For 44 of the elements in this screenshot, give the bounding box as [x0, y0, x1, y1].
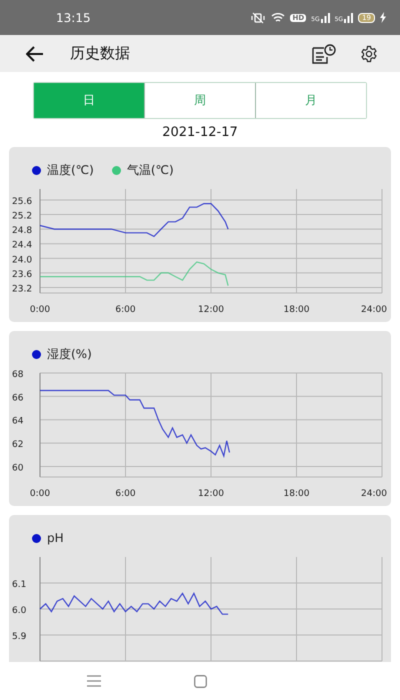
x-axis-label: 24:00 [361, 305, 387, 315]
y-axis-label: 23.6 [12, 270, 32, 280]
y-axis-label: 60 [12, 463, 24, 474]
home-icon[interactable] [194, 674, 206, 688]
legend-label: 温度(℃) [47, 162, 94, 178]
legend-label: 湿度(%) [47, 346, 92, 362]
y-axis-label: 25.2 [12, 212, 32, 222]
legend-label: pH [47, 531, 64, 545]
y-axis-label: 66 [12, 393, 24, 404]
settings-icon[interactable] [360, 44, 378, 62]
y-axis-label: 6.0 [12, 606, 26, 616]
back-arrow-icon[interactable] [26, 46, 44, 62]
x-axis-label: 6:00 [115, 489, 136, 499]
y-axis-label: 24.4 [12, 240, 32, 251]
y-axis-label: 62 [12, 440, 24, 450]
x-axis-label: 18:00 [284, 305, 310, 315]
page-title: 历史数据 [70, 44, 131, 63]
x-axis-label: 24:00 [361, 489, 387, 499]
menu-icon[interactable] [86, 675, 100, 687]
wifi-icon [271, 12, 286, 23]
x-axis-label: 0:00 [30, 489, 50, 499]
x-axis-label: 6:00 [115, 305, 136, 315]
y-axis-label: 6.1 [12, 580, 26, 590]
signal-icon [344, 12, 354, 22]
vibrate-mute-icon [250, 12, 266, 24]
x-axis-label: 12:00 [198, 489, 224, 499]
y-axis-label: 5.9 [12, 632, 26, 642]
period-tab[interactable]: 月 [255, 83, 366, 118]
document-clock-icon[interactable] [312, 44, 336, 64]
y-axis-label: 23.2 [12, 284, 32, 295]
x-axis-label: 12:00 [198, 305, 224, 315]
x-axis-label: 18:00 [284, 489, 310, 499]
y-axis-label: 24.0 [12, 255, 32, 266]
period-tab[interactable]: 日 [34, 83, 144, 118]
y-axis-label: 25.6 [12, 196, 32, 207]
x-axis-label: 0:00 [30, 305, 50, 315]
legend-label: 气温(℃) [126, 162, 174, 178]
charging-icon [380, 12, 386, 23]
y-axis-label: 64 [12, 416, 24, 427]
y-axis-label: 68 [12, 370, 24, 380]
status-time: 13:15 [56, 10, 91, 24]
y-axis-label: 24.8 [12, 226, 32, 236]
date-label: 2021-12-17 [161, 125, 239, 142]
signal-icon [320, 12, 330, 22]
